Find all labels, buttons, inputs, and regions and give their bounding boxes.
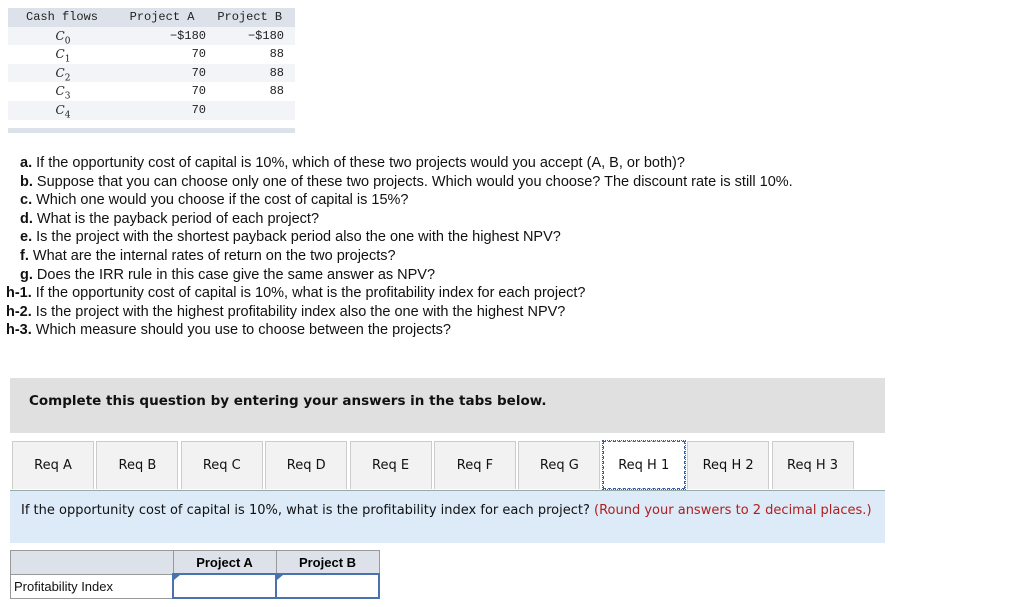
project-b-pi-cell (275, 573, 380, 599)
answer-table: Project A Project B Profitability Index (10, 550, 380, 599)
tab-req-f[interactable]: Req F (433, 441, 516, 489)
tab-req-b[interactable]: Req B (96, 441, 179, 489)
question-text: What are the internal rates of return on… (28, 247, 396, 264)
tab-req-h-1[interactable]: Req H 1 (601, 440, 686, 490)
project-a-value: 70 (191, 84, 206, 99)
panel-question: If the opportunity cost of capital is 10… (21, 503, 595, 518)
question-item: e. Is the project with the shortest payb… (6, 228, 793, 247)
table-bottom-bar (8, 127, 295, 133)
instruction-banner: Complete this question by entering your … (10, 378, 885, 433)
project-b-value: 88 (269, 65, 284, 80)
tab-req-g[interactable]: Req G (518, 441, 601, 489)
period-label: CC33 (55, 84, 71, 102)
tab-req-h-2[interactable]: Req H 2 (687, 441, 770, 489)
question-item: f. What are the internal rates of return… (6, 247, 793, 266)
question-tag: d. (20, 210, 33, 227)
project-a-pi-cell (172, 573, 277, 599)
requirement-tabs: Req A Req B Req C Req D Req E Req F Req G Req H… (12, 440, 856, 490)
tab-req-c[interactable]: Req C (180, 441, 263, 489)
project-b-value: 88 (269, 47, 284, 62)
question-text: Which one would you choose if the cost o… (32, 192, 409, 209)
period-label: CC22 (55, 65, 71, 84)
question-item: a. If the opportunity cost of capital is… (6, 154, 793, 173)
project-b-value (206, 101, 284, 120)
project-b-value: −$180 (247, 28, 284, 43)
period-label: CC44 (55, 102, 71, 121)
period-label: CC00 (55, 28, 71, 46)
question-item: b. Suppose that you can choose only one … (6, 173, 793, 192)
question-item: c. Which one would you choose if the cos… (6, 191, 793, 210)
question-item: d. What is the payback period of each pr… (6, 210, 793, 229)
cash-flow-row: CC33 70 88 (8, 82, 295, 101)
question-tag: c. (20, 192, 33, 209)
question-tag: g. (20, 266, 33, 283)
question-text: What is the payback period of each proje… (32, 210, 320, 227)
header-cash-flows: Cash flows (26, 10, 99, 24)
answer-header-project-b: Project B (275, 550, 380, 575)
project-b-value: 88 (269, 84, 284, 99)
cash-flow-header: Cash flows Project A Project B (8, 8, 295, 27)
question-text: Does the IRR rule in this case give the … (32, 266, 436, 283)
period-label: CC11 (55, 47, 71, 65)
answer-header-project-a: Project A (172, 550, 277, 575)
row-label-profitability-index: Profitability Index (10, 573, 174, 599)
question-text: If the opportunity cost of capital is 10… (31, 285, 586, 302)
question-item: h-2. Is the project with the highest pro… (6, 303, 793, 322)
header-project-a: Project A (129, 10, 195, 24)
question-tag: e. (20, 229, 33, 246)
question-text: Suppose that you can choose only one of … (32, 173, 793, 190)
tab-req-e[interactable]: Req E (349, 441, 432, 489)
question-tag: h-3. (6, 322, 32, 339)
tab-req-h-3[interactable]: Req H 3 (771, 441, 854, 489)
project-a-value: 70 (191, 102, 206, 117)
question-tag: h-1. (6, 285, 32, 302)
question-panel: If the opportunity cost of capital is 10… (10, 490, 885, 543)
question-text: If the opportunity cost of capital is 10… (32, 155, 685, 171)
cash-flow-row: CC00 −$180 −$180 (8, 26, 295, 46)
question-list: a. If the opportunity cost of capital is… (6, 154, 793, 340)
project-a-pi-input[interactable] (174, 576, 275, 596)
question-tag: h-2. (6, 303, 32, 320)
project-a-value: 70 (191, 47, 206, 62)
question-tag: f. (20, 247, 29, 264)
question-text: Is the project with the shortest payback… (32, 229, 561, 246)
question-text: Is the project with the highest profitab… (31, 303, 566, 320)
project-a-value: −$180 (169, 28, 206, 43)
cash-flow-row: CC44 70 (8, 100, 295, 121)
cash-flow-row: CC11 70 88 (8, 45, 295, 64)
project-a-value: 70 (191, 65, 206, 80)
question-item: h-3. Which measure should you use to cho… (6, 321, 793, 340)
question-tag: a. (20, 155, 33, 171)
project-b-pi-input[interactable] (277, 576, 378, 596)
rounding-hint: (Round your answers to 2 decimal places.… (594, 503, 872, 518)
tab-req-d[interactable]: Req D (265, 441, 348, 489)
question-item: g. Does the IRR rule in this case give t… (6, 266, 793, 285)
question-item: h-1. If the opportunity cost of capital … (6, 284, 793, 303)
tab-req-a[interactable]: Req A (12, 441, 94, 489)
question-text: Which measure should you use to choose b… (31, 322, 451, 339)
header-project-b: Project B (217, 10, 283, 24)
cash-flow-row: CC22 70 88 (8, 63, 295, 84)
cash-flow-table: Cash flows Project A Project B CC00 −$180… (8, 8, 295, 133)
answer-header-blank (10, 550, 174, 575)
question-tag: b. (20, 173, 33, 190)
